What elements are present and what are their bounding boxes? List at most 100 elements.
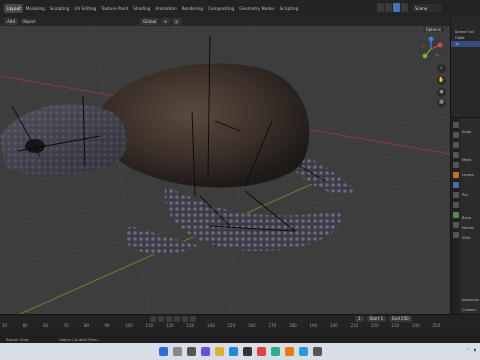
frame-tick-label: 180 xyxy=(289,323,297,328)
camera-view-icon[interactable]: ◉ xyxy=(437,88,446,97)
transform-orientation-select[interactable]: Global xyxy=(140,18,160,25)
rendered-shading-icon[interactable] xyxy=(401,3,408,12)
chrome-icon[interactable] xyxy=(270,347,280,356)
start-icon[interactable] xyxy=(158,347,168,356)
properties-panel: Ambi Mesh Layers Pro Bone Motion Visib I… xyxy=(450,117,480,318)
jump-end-icon[interactable] xyxy=(190,316,196,322)
workspace-tab-texture-paint[interactable]: Texture Paint xyxy=(99,4,131,13)
app-icon[interactable] xyxy=(312,347,322,356)
output-tab-icon[interactable] xyxy=(452,142,459,148)
frame-tick-label: 160 xyxy=(248,323,256,328)
outliner-item[interactable]: Tu xyxy=(451,41,480,47)
scene-label: Scene xyxy=(415,5,428,11)
file-explorer-icon[interactable] xyxy=(214,347,224,356)
property-label: Layers xyxy=(462,173,474,177)
end-label: End xyxy=(392,316,400,321)
playback-controls xyxy=(150,316,196,322)
end-frame-field[interactable]: End 250 xyxy=(389,316,412,322)
store-icon[interactable] xyxy=(242,347,252,356)
viewport-header: Add Object Global ⌖ ◎ xyxy=(0,17,450,26)
workspace-tab-rendering[interactable]: Rendering xyxy=(179,4,205,13)
workspace-tab-geometry-nodes[interactable]: Geometry Nodes xyxy=(237,4,277,13)
start-label: Start xyxy=(369,316,380,321)
add-menu[interactable]: Add xyxy=(4,18,19,25)
frame-tick-label: 250 xyxy=(432,323,441,328)
wireframe-shading-icon[interactable] xyxy=(377,3,384,12)
solid-shading-icon[interactable] xyxy=(385,3,392,12)
options-button[interactable]: Options xyxy=(422,27,444,32)
property-label: Bone xyxy=(462,216,472,220)
blender-window: Layout Modeling Sculpting UV Editing Tex… xyxy=(0,0,480,360)
pan-hand-icon[interactable]: ✋ xyxy=(437,76,446,85)
zoom-icon[interactable]: ⌕ xyxy=(437,64,446,73)
frame-tick-label: 220 xyxy=(371,323,379,328)
outliner-panel: Scene Col Colle Tu xyxy=(450,17,480,117)
system-tray: ◠ ◖ xyxy=(466,347,476,352)
workspace-tab-animation[interactable]: Animation xyxy=(153,4,179,13)
property-label: Ambi xyxy=(462,130,472,134)
scene-selector[interactable]: Scene xyxy=(412,4,442,12)
proportional-edit-icon[interactable]: ◎ xyxy=(171,18,182,25)
tool-tab-icon[interactable] xyxy=(452,122,459,128)
frame-tick-label: 200 xyxy=(330,323,338,328)
frame-tick-label: 110 xyxy=(145,323,154,328)
frame-tick-label: 120 xyxy=(166,323,174,328)
status-context-menu: Object Context Menu xyxy=(58,336,99,342)
search-icon[interactable] xyxy=(172,347,182,356)
frame-tick-label: 10 xyxy=(2,323,8,328)
play-icon[interactable] xyxy=(174,316,180,322)
frame-range-fields: 1 Start 1 End 250 xyxy=(355,316,412,322)
material-tab-icon[interactable] xyxy=(452,222,459,228)
modifier-tab-icon[interactable] xyxy=(452,182,459,188)
navigation-gizmo[interactable] xyxy=(418,36,444,62)
workspace-tab-compositing[interactable]: Compositing xyxy=(206,4,237,13)
object-menu[interactable]: Object xyxy=(22,19,36,24)
render-tab-icon[interactable] xyxy=(452,132,459,138)
workspace-tab-scripting[interactable]: Scripting xyxy=(277,4,301,13)
blender-taskbar-icon[interactable] xyxy=(284,347,294,356)
transform-orientation-group: Global ⌖ ◎ xyxy=(140,18,182,25)
edge-icon[interactable] xyxy=(228,347,238,356)
scene-tab-icon[interactable] xyxy=(452,162,459,168)
frame-ruler[interactable]: 10 80 60 70 80 90 100 110 120 130 140 150 160 170 180 1… xyxy=(0,323,450,330)
texture-tab-icon[interactable] xyxy=(452,232,459,238)
workspace-bar: Layout Modeling Sculpting UV Editing Tex… xyxy=(0,0,480,17)
wifi-icon[interactable]: ◠ xyxy=(466,347,470,352)
frame-tick-label: 90 xyxy=(104,323,110,328)
frame-tick-label: 80 xyxy=(84,323,90,328)
frame-tick-label: 230 xyxy=(391,323,400,328)
property-label: Mesh xyxy=(462,158,472,162)
app-icon[interactable] xyxy=(298,347,308,356)
object-tab-icon[interactable] xyxy=(452,172,459,178)
workspace-tab-shading[interactable]: Shading xyxy=(131,4,153,13)
next-keyframe-icon[interactable] xyxy=(182,316,188,322)
workspace-tab-layout[interactable]: Layout xyxy=(4,4,24,13)
turtle-model[interactable] xyxy=(0,63,355,255)
workspace-tab-sculpting[interactable]: Sculpting xyxy=(47,4,72,13)
particles-tab-icon[interactable] xyxy=(452,192,459,198)
material-preview-icon[interactable] xyxy=(393,3,400,12)
workspace-tab-uv-editing[interactable]: UV Editing xyxy=(72,4,99,13)
prev-keyframe-icon[interactable] xyxy=(158,316,164,322)
status-rotate-view: Rotate View xyxy=(6,336,29,342)
shading-mode-buttons xyxy=(377,3,408,12)
perspective-toggle-icon[interactable]: ▦ xyxy=(437,98,446,107)
view-layer-tab-icon[interactable] xyxy=(452,152,459,158)
windows-taskbar: ◠ ◖ xyxy=(0,343,480,360)
play-reverse-icon[interactable] xyxy=(166,316,172,322)
app-icon[interactable] xyxy=(256,347,266,356)
frame-tick-label: 140 xyxy=(207,323,215,328)
current-frame-field[interactable]: 1 xyxy=(355,316,364,322)
start-frame-field[interactable]: Start 1 xyxy=(366,316,387,322)
snap-icon[interactable]: ⌖ xyxy=(161,18,170,25)
volume-icon[interactable]: ◖ xyxy=(474,347,476,352)
data-tab-icon[interactable] xyxy=(452,212,459,218)
task-view-icon[interactable] xyxy=(186,347,196,356)
workspace-tab-modeling[interactable]: Modeling xyxy=(23,4,47,13)
3d-viewport[interactable]: Options ⌕ ✋ ◉ ▦ xyxy=(0,26,450,314)
timeline[interactable]: 1 Start 1 End 250 10 80 60 70 80 90 100 110 120 1… xyxy=(0,314,480,335)
jump-start-icon[interactable] xyxy=(150,316,156,322)
frame-tick-label: 130 xyxy=(186,323,195,328)
widgets-icon[interactable] xyxy=(200,347,210,356)
physics-tab-icon[interactable] xyxy=(452,202,459,208)
